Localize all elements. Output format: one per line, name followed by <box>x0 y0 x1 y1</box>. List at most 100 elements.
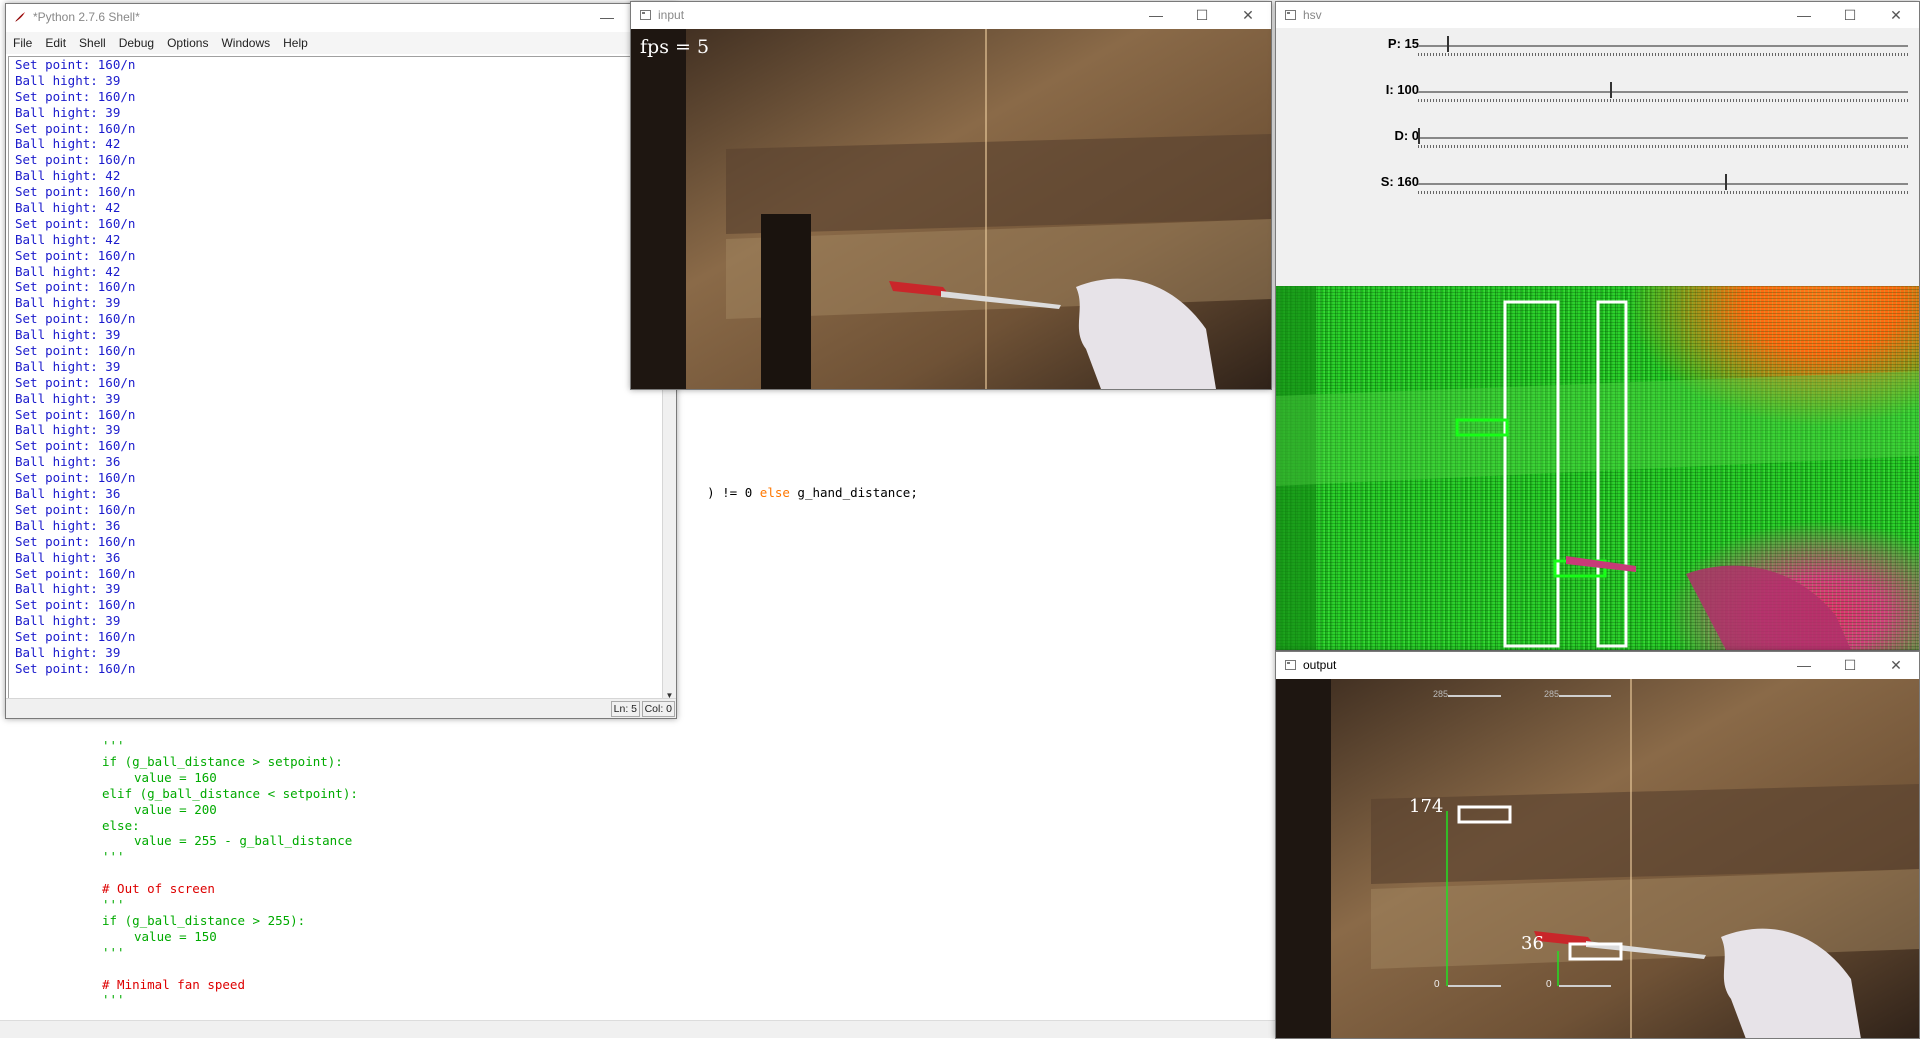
status-column: Col: 0 <box>641 701 675 717</box>
shell-output-line: Set point: 160/n <box>15 215 136 231</box>
python-shell-window[interactable]: *Python 2.7.6 Shell* — ☐ File Edit Shell… <box>5 3 677 719</box>
gauge-left-top-label: 285 <box>1433 689 1449 699</box>
shell-output-line: Ball hight: 39 <box>15 422 121 438</box>
close-button[interactable]: ✕ <box>1873 652 1919 678</box>
shell-output-line: Ball hight: 39 <box>15 390 121 406</box>
shell-output-line: Ball hight: 42 <box>15 136 121 152</box>
shell-output-line: Set point: 160/n <box>15 597 136 613</box>
shell-output-line: Set point: 160/n <box>15 629 136 645</box>
shell-menubar: File Edit Shell Debug Options Windows He… <box>6 32 676 54</box>
code-line: ''' <box>102 849 125 865</box>
shell-output-line: Set point: 160/n <box>15 406 136 422</box>
close-button[interactable]: ✕ <box>1873 2 1919 28</box>
shell-output-line: Ball hight: 39 <box>15 327 121 343</box>
hsv-overlays <box>1276 286 1919 650</box>
code-line: value = 160 <box>134 769 217 785</box>
menu-options[interactable]: Options <box>167 36 208 50</box>
trackbar-ticks <box>1418 53 1908 56</box>
output-title: output <box>1303 658 1337 672</box>
shell-output-line: Ball hight: 42 <box>15 200 121 216</box>
code-line: value = 255 - g_ball_distance <box>134 833 353 849</box>
shell-output-line: Ball hight: 36 <box>15 486 121 502</box>
gauge-right-top-label: 285 <box>1544 689 1560 699</box>
trackbar-track[interactable] <box>1418 137 1908 139</box>
trackbar-p[interactable]: P: 15 <box>1276 30 1919 70</box>
trackbar-i[interactable]: I: 100 <box>1276 76 1919 116</box>
menu-windows[interactable]: Windows <box>221 36 270 50</box>
ball-height-value: 36 <box>1521 933 1544 954</box>
shell-output-line: Set point: 160/n <box>15 470 136 486</box>
menu-debug[interactable]: Debug <box>119 36 154 50</box>
menu-edit[interactable]: Edit <box>45 36 66 50</box>
shell-output-line: Set point: 160/n <box>15 184 136 200</box>
code-text: g_hand_distance; <box>789 485 918 500</box>
shell-output-line: Ball hight: 39 <box>15 358 121 374</box>
menu-help[interactable]: Help <box>283 36 308 50</box>
trackbar-thumb[interactable] <box>1418 128 1420 144</box>
shell-output-area[interactable]: Set point: 160/n Ball hight: 39 Set point:… <box>8 56 665 704</box>
minimize-button[interactable]: — <box>1781 652 1827 678</box>
shell-output-line: Ball hight: 36 <box>15 454 121 470</box>
shell-output-line: Ball hight: 39 <box>15 295 121 311</box>
hsv-titlebar[interactable]: hsv — ☐ ✕ <box>1276 2 1919 28</box>
minimize-button[interactable]: — <box>1781 2 1827 28</box>
shell-statusbar: Ln: 5 Col: 0 <box>6 698 676 718</box>
shell-output-line: Ball hight: 39 <box>15 644 121 660</box>
gauge-left-bottom-label: 0 <box>1434 979 1440 990</box>
shell-output-line: Ball hight: 36 <box>15 549 121 565</box>
trackbar-track[interactable] <box>1418 183 1908 185</box>
shell-output-line: Set point: 160/n <box>15 279 136 295</box>
shell-titlebar[interactable]: *Python 2.7.6 Shell* — ☐ <box>6 4 676 30</box>
menu-file[interactable]: File <box>13 36 32 50</box>
close-button[interactable]: ✕ <box>1225 2 1271 28</box>
shell-output-line: Set point: 160/n <box>15 565 136 581</box>
shell-output-line: Set point: 160/n <box>15 343 136 359</box>
maximize-button[interactable]: ☐ <box>1827 2 1873 28</box>
minimize-button[interactable]: — <box>1133 2 1179 28</box>
shell-output-line: Set point: 160/n <box>15 152 136 168</box>
maximize-button[interactable]: ☐ <box>1827 652 1873 678</box>
shell-title: *Python 2.7.6 Shell* <box>33 10 140 24</box>
trackbar-thumb[interactable] <box>1610 82 1613 98</box>
output-window[interactable]: output — ☐ ✕ 285 285 0 0 174 36 <box>1275 651 1920 1039</box>
code-comment-line: # Out of screen <box>102 881 215 897</box>
trackbar-label: P: 15 <box>1387 36 1419 51</box>
fps-overlay: fps = 5 <box>640 36 710 58</box>
code-line: else: <box>102 817 140 833</box>
code-line: value = 200 <box>134 801 217 817</box>
code-keyword: else <box>759 485 790 500</box>
input-titlebar[interactable]: input — ☐ ✕ <box>631 2 1271 28</box>
trackbar-s[interactable]: S: 160 <box>1276 168 1919 208</box>
trackbar-label: D: 0 <box>1394 128 1419 143</box>
tk-feather-icon <box>13 10 27 24</box>
status-line: Ln: 5 <box>610 701 640 717</box>
shell-output-line: Set point: 160/n <box>15 120 136 136</box>
code-line: ''' <box>102 897 125 912</box>
trackbar-label: S: 160 <box>1380 174 1419 189</box>
shell-output-line: Set point: 160/n <box>15 533 136 549</box>
maximize-button[interactable]: ☐ <box>1179 2 1225 28</box>
shell-output-line: Set point: 160/n <box>15 57 136 72</box>
menu-shell[interactable]: Shell <box>79 36 106 50</box>
hsv-window[interactable]: hsv — ☐ ✕ P: 15 I: 100 D: 0 S: 160 <box>1275 1 1920 651</box>
trackbar-thumb[interactable] <box>1725 174 1728 190</box>
trackbar-thumb[interactable] <box>1446 36 1449 52</box>
shell-output-line: Set point: 160/n <box>15 438 136 454</box>
trackbar-track[interactable] <box>1418 45 1908 47</box>
input-title: input <box>658 8 685 22</box>
hand-distance-value: 174 <box>1409 796 1444 817</box>
code-text: ) != 0 <box>707 485 760 500</box>
shell-output-line: Set point: 160/n <box>15 247 136 263</box>
input-window[interactable]: input — ☐ ✕ fps = 5 <box>630 1 1272 390</box>
code-line: if (g_ball_distance > 255): <box>102 912 306 928</box>
gauge-right-bottom-label: 0 <box>1546 979 1552 990</box>
trackbar-d[interactable]: D: 0 <box>1276 122 1919 162</box>
minimize-button[interactable]: — <box>584 4 630 30</box>
window-app-icon <box>638 8 652 22</box>
trackbar-track[interactable] <box>1418 91 1908 93</box>
shell-output-line: Ball hight: 42 <box>15 263 121 279</box>
output-titlebar[interactable]: output — ☐ ✕ <box>1276 652 1919 678</box>
shell-output-line: Set point: 160/n <box>15 311 136 327</box>
shell-output-line: Ball hight: 39 <box>15 104 121 120</box>
trackbar-label: I: 100 <box>1385 82 1419 97</box>
